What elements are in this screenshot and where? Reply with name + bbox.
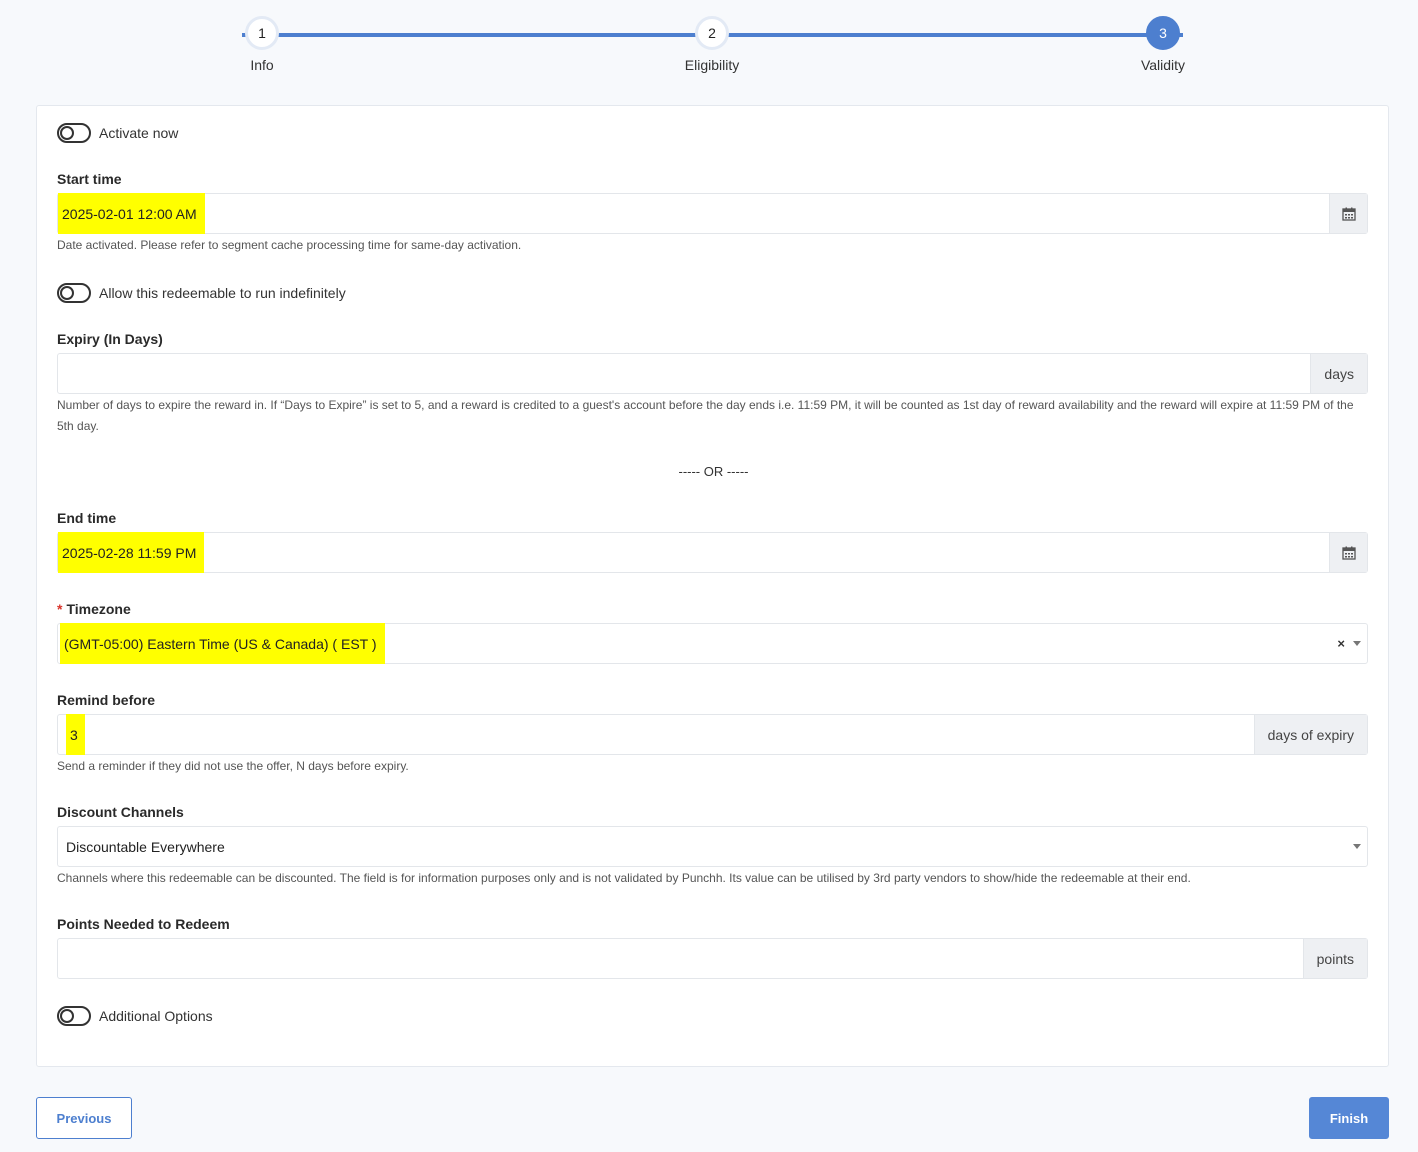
points-needed-label: Points Needed to Redeem	[57, 916, 230, 932]
calendar-button[interactable]	[1329, 194, 1367, 233]
step-1-circle[interactable]: 1	[245, 16, 279, 50]
chevron-down-icon[interactable]	[1353, 844, 1361, 849]
timezone-select-controls: ×	[1337, 624, 1367, 663]
remind-before-field[interactable]: 3 days of expiry	[57, 714, 1368, 755]
close-icon[interactable]: ×	[1337, 636, 1345, 651]
required-marker: *	[57, 601, 63, 617]
chevron-down-icon[interactable]	[1353, 641, 1361, 646]
calendar-icon	[1341, 207, 1356, 221]
end-time-input[interactable]: 2025-02-28 11:59 PM	[58, 532, 1329, 573]
remind-before-label: Remind before	[57, 692, 156, 708]
end-time-value: 2025-02-28 11:59 PM	[58, 532, 205, 573]
discount-channels-value: Discountable Everywhere	[66, 838, 225, 855]
start-time-field[interactable]: 2025-02-01 12:00 AM	[57, 193, 1368, 234]
start-time-input[interactable]: 2025-02-01 12:00 AM	[58, 193, 1329, 234]
points-needed-input[interactable]	[58, 939, 1303, 978]
start-time-value: 2025-02-01 12:00 AM	[58, 193, 205, 234]
step-3-circle[interactable]: 3	[1146, 16, 1180, 50]
discount-channels-controls	[1353, 827, 1367, 866]
step-2-circle[interactable]: 2	[695, 16, 729, 50]
additional-options-row: Additional Options	[57, 1006, 213, 1026]
step-1-label: Info	[250, 57, 274, 73]
step-3-label: Validity	[1140, 57, 1186, 73]
calendar-button[interactable]	[1329, 533, 1367, 572]
start-time-help: Date activated. Please refer to segment …	[57, 238, 522, 252]
end-time-field[interactable]: 2025-02-28 11:59 PM	[57, 532, 1368, 573]
timezone-select[interactable]: (GMT-05:00) Eastern Time (US & Canada) (…	[57, 623, 1368, 664]
run-indefinitely-label: Allow this redeemable to run indefinitel…	[99, 285, 346, 301]
additional-options-toggle[interactable]	[57, 1006, 91, 1026]
discount-channels-select[interactable]: Discountable Everywhere	[57, 826, 1368, 867]
timezone-value: (GMT-05:00) Eastern Time (US & Canada) (…	[60, 623, 385, 664]
expiry-input[interactable]	[58, 354, 1310, 393]
run-indefinitely-row: Allow this redeemable to run indefinitel…	[57, 283, 346, 303]
previous-button[interactable]: Previous	[36, 1097, 132, 1139]
finish-button[interactable]: Finish	[1309, 1097, 1389, 1139]
activate-now-label: Activate now	[99, 125, 179, 141]
toggle-knob	[60, 1009, 74, 1023]
calendar-icon	[1341, 546, 1356, 560]
remind-before-input[interactable]: 3	[58, 714, 1254, 755]
expiry-label: Expiry (In Days)	[57, 331, 163, 347]
remind-before-addon: days of expiry	[1253, 715, 1367, 754]
toggle-knob	[60, 126, 74, 140]
additional-options-label: Additional Options	[99, 1008, 213, 1024]
or-separator: ----- OR -----	[678, 464, 749, 479]
timezone-value-box: (GMT-05:00) Eastern Time (US & Canada) (…	[58, 623, 1337, 664]
validity-form-card: Activate now Start time 2025-02-01 12:00…	[36, 105, 1389, 1067]
points-addon: points	[1302, 939, 1367, 978]
points-needed-field[interactable]: points	[57, 938, 1368, 979]
run-indefinitely-toggle[interactable]	[57, 283, 91, 303]
remind-before-value: 3	[66, 714, 85, 755]
toggle-knob	[60, 286, 74, 300]
expiry-addon: days	[1310, 354, 1367, 393]
progress-stepper: 1 Info 2 Eligibility 3 Validity	[0, 0, 1418, 90]
discount-channels-help: Channels where this redeemable can be di…	[57, 871, 1191, 885]
timezone-label-text: Timezone	[66, 601, 131, 617]
timezone-label: * Timezone	[57, 601, 131, 617]
activate-now-row: Activate now	[57, 123, 178, 143]
activate-now-toggle[interactable]	[57, 123, 91, 143]
step-2-label: Eligibility	[684, 57, 740, 73]
expiry-field[interactable]: days	[57, 353, 1368, 394]
expiry-help: Number of days to expire the reward in. …	[57, 398, 1354, 433]
remind-before-help: Send a reminder if they did not use the …	[57, 759, 409, 773]
discount-channels-label: Discount Channels	[57, 804, 184, 820]
start-time-label: Start time	[57, 171, 122, 187]
end-time-label: End time	[57, 510, 117, 526]
